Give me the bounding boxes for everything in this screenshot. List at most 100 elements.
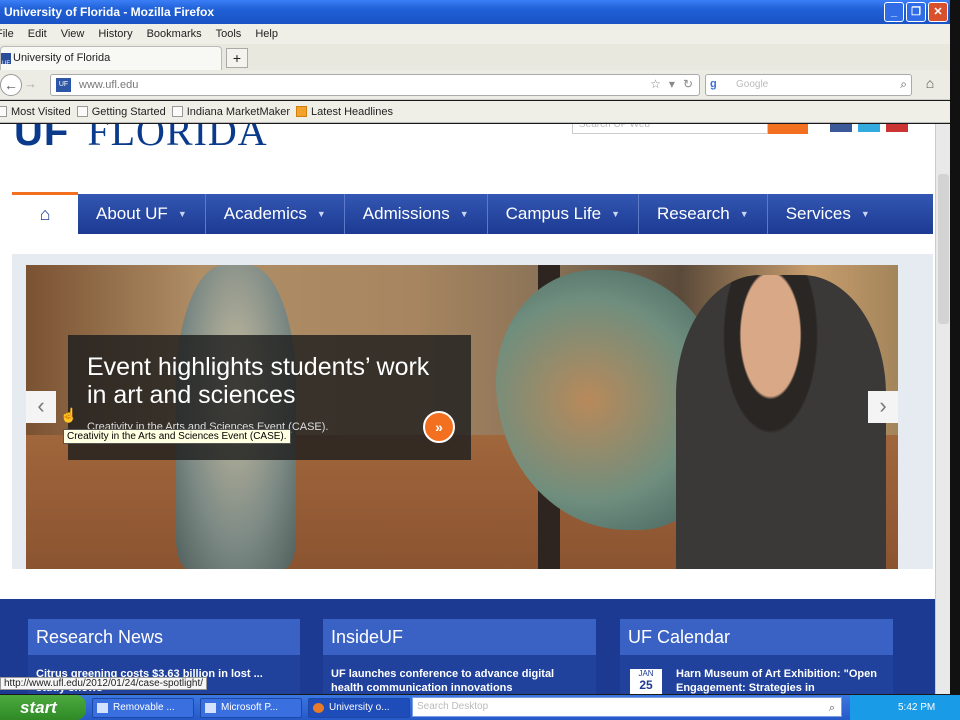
- nav-about-uf[interactable]: About UF ▼: [78, 194, 206, 234]
- home-icon[interactable]: ⌂: [918, 75, 942, 95]
- hero-headline[interactable]: Event highlights students’ work in art a…: [87, 353, 447, 409]
- insideuf-heading[interactable]: InsideUF: [323, 619, 596, 655]
- mouse-cursor-icon: ☝: [60, 407, 78, 423]
- chevron-down-icon: ▼: [860, 209, 870, 219]
- close-button[interactable]: ✕: [928, 2, 948, 22]
- desktop-search-placeholder: Search Desktop: [417, 701, 489, 712]
- search-icon[interactable]: ⌕: [829, 699, 835, 717]
- page-scrollbar[interactable]: [935, 124, 950, 694]
- menu-help[interactable]: Help: [255, 24, 278, 44]
- url-text[interactable]: www.ufl.edu: [79, 79, 138, 91]
- uf-favicon-icon: UF: [1, 53, 11, 67]
- screen-edge: [950, 0, 960, 695]
- insideuf-box: InsideUF UF launches conference to advan…: [323, 619, 596, 694]
- dropdown-icon[interactable]: ▾: [669, 77, 675, 91]
- forward-button[interactable]: →: [24, 76, 37, 91]
- windows-taskbar: start Removable ... Microsoft P... Unive…: [0, 695, 960, 720]
- student-photo: [676, 275, 886, 569]
- menu-history[interactable]: History: [98, 24, 132, 44]
- maximize-button[interactable]: ❐: [906, 2, 926, 22]
- research-news-heading[interactable]: Research News: [28, 619, 300, 655]
- search-input[interactable]: Google: [736, 79, 768, 90]
- taskbar-firefox[interactable]: University o...: [308, 697, 410, 718]
- google-engine-icon[interactable]: g: [710, 78, 726, 92]
- nav-label: Admissions: [362, 204, 450, 223]
- chevron-down-icon: ▼: [611, 209, 620, 219]
- hero-image[interactable]: Event highlights students’ work in art a…: [26, 265, 898, 569]
- hero-carousel: Event highlights students’ work in art a…: [12, 254, 933, 569]
- chevron-down-icon: ▼: [177, 209, 187, 219]
- bookmark-label: Most Visited: [11, 105, 71, 118]
- youtube-icon[interactable]: [886, 124, 908, 132]
- bookmark-label: Latest Headlines: [311, 105, 393, 118]
- bookmark-indiana-marketmaker[interactable]: Indiana MarketMaker: [171, 101, 291, 122]
- powerpoint-icon: [205, 702, 216, 713]
- minimize-button[interactable]: _: [884, 2, 904, 22]
- nav-label: Campus Life: [505, 204, 602, 223]
- site-identity-icon[interactable]: UF: [56, 78, 71, 92]
- search-bar[interactable]: g Google ⌕: [705, 74, 912, 96]
- menu-bookmarks[interactable]: Bookmarks: [147, 24, 202, 44]
- logo-uf: UF: [14, 124, 70, 154]
- tab-label: University of Florida: [13, 52, 111, 64]
- main-navigation: ⌂ About UF ▼ Academics ▼ Admissions ▼ Campu…: [12, 192, 933, 234]
- nav-research[interactable]: Research ▼: [639, 194, 768, 234]
- search-icon[interactable]: ⌕: [900, 77, 907, 92]
- read-more-button[interactable]: »: [423, 411, 455, 443]
- scrollbar-thumb[interactable]: [938, 174, 949, 324]
- bookmark-star-icon[interactable]: ☆: [650, 77, 661, 91]
- chevron-down-icon: ▼: [739, 209, 749, 219]
- nav-label: Research: [657, 204, 730, 223]
- bookmark-label: Indiana MarketMaker: [186, 105, 291, 118]
- site-search-button[interactable]: [768, 124, 808, 134]
- bookmark-getting-started[interactable]: Getting Started: [76, 101, 166, 122]
- twitter-icon[interactable]: [858, 124, 880, 132]
- task-label: Removable ...: [113, 701, 175, 713]
- folder-icon: [0, 106, 7, 117]
- insideuf-item[interactable]: UF launches conference to advance digita…: [323, 655, 596, 694]
- calendar-day: 25: [639, 678, 653, 692]
- bookmark-label: Getting Started: [91, 105, 166, 118]
- back-button[interactable]: ←: [0, 74, 22, 96]
- taskbar-microsoft[interactable]: Microsoft P...: [200, 697, 302, 718]
- task-label: Microsoft P...: [221, 701, 279, 713]
- nav-label: About UF: [96, 204, 168, 223]
- home-nav-icon[interactable]: ⌂: [12, 192, 78, 234]
- reload-icon[interactable]: ↻: [683, 77, 693, 91]
- page-icon: [171, 106, 183, 117]
- address-bar[interactable]: UF www.ufl.edu ☆ ▾ ↻: [50, 74, 700, 96]
- nav-campus-life[interactable]: Campus Life ▼: [488, 194, 639, 234]
- uf-logo[interactable]: UF FLORIDA: [14, 124, 268, 155]
- chevron-down-icon: ▼: [459, 209, 469, 219]
- nav-services[interactable]: Services ▼: [768, 194, 888, 234]
- menu-file[interactable]: File: [0, 24, 14, 44]
- menu-edit[interactable]: Edit: [28, 24, 47, 44]
- tab-university-of-florida[interactable]: UF University of Florida: [0, 46, 222, 70]
- carousel-next-arrow-icon[interactable]: ›: [868, 391, 898, 423]
- system-tray: 5:42 PM: [850, 695, 960, 720]
- menu-tools[interactable]: Tools: [216, 24, 242, 44]
- bookmarks-toolbar: Most Visited Getting Started Indiana Mar…: [0, 101, 950, 123]
- new-tab-button[interactable]: +: [226, 48, 248, 68]
- clock[interactable]: 5:42 PM: [898, 702, 935, 713]
- social-links: [830, 124, 908, 132]
- drive-icon: [97, 702, 108, 713]
- taskbar-removable[interactable]: Removable ...: [92, 697, 194, 718]
- facebook-icon[interactable]: [830, 124, 852, 132]
- carousel-prev-arrow-icon[interactable]: ‹: [26, 391, 56, 423]
- nav-admissions[interactable]: Admissions ▼: [345, 194, 488, 234]
- start-button[interactable]: start: [0, 695, 86, 720]
- nav-academics[interactable]: Academics ▼: [206, 194, 345, 234]
- desktop-search-input[interactable]: Search Desktop ⌕: [412, 697, 842, 717]
- navigation-toolbar: ← → UF www.ufl.edu ☆ ▾ ↻ g Google ⌕ ⌂: [0, 70, 950, 100]
- bookmark-latest-headlines[interactable]: Latest Headlines: [296, 101, 393, 122]
- menu-view[interactable]: View: [61, 24, 85, 44]
- nav-label: Academics: [223, 204, 307, 223]
- status-bar-url: http://www.ufl.edu/2012/01/24/case-spotl…: [0, 677, 208, 690]
- uf-calendar-heading[interactable]: UF Calendar: [620, 619, 893, 655]
- bookmark-most-visited[interactable]: Most Visited: [0, 101, 71, 122]
- rss-icon: [296, 106, 308, 117]
- tab-strip: UF University of Florida +: [0, 44, 950, 70]
- site-search-input[interactable]: Search UF Web: [572, 124, 768, 134]
- calendar-month: JAN: [638, 669, 654, 678]
